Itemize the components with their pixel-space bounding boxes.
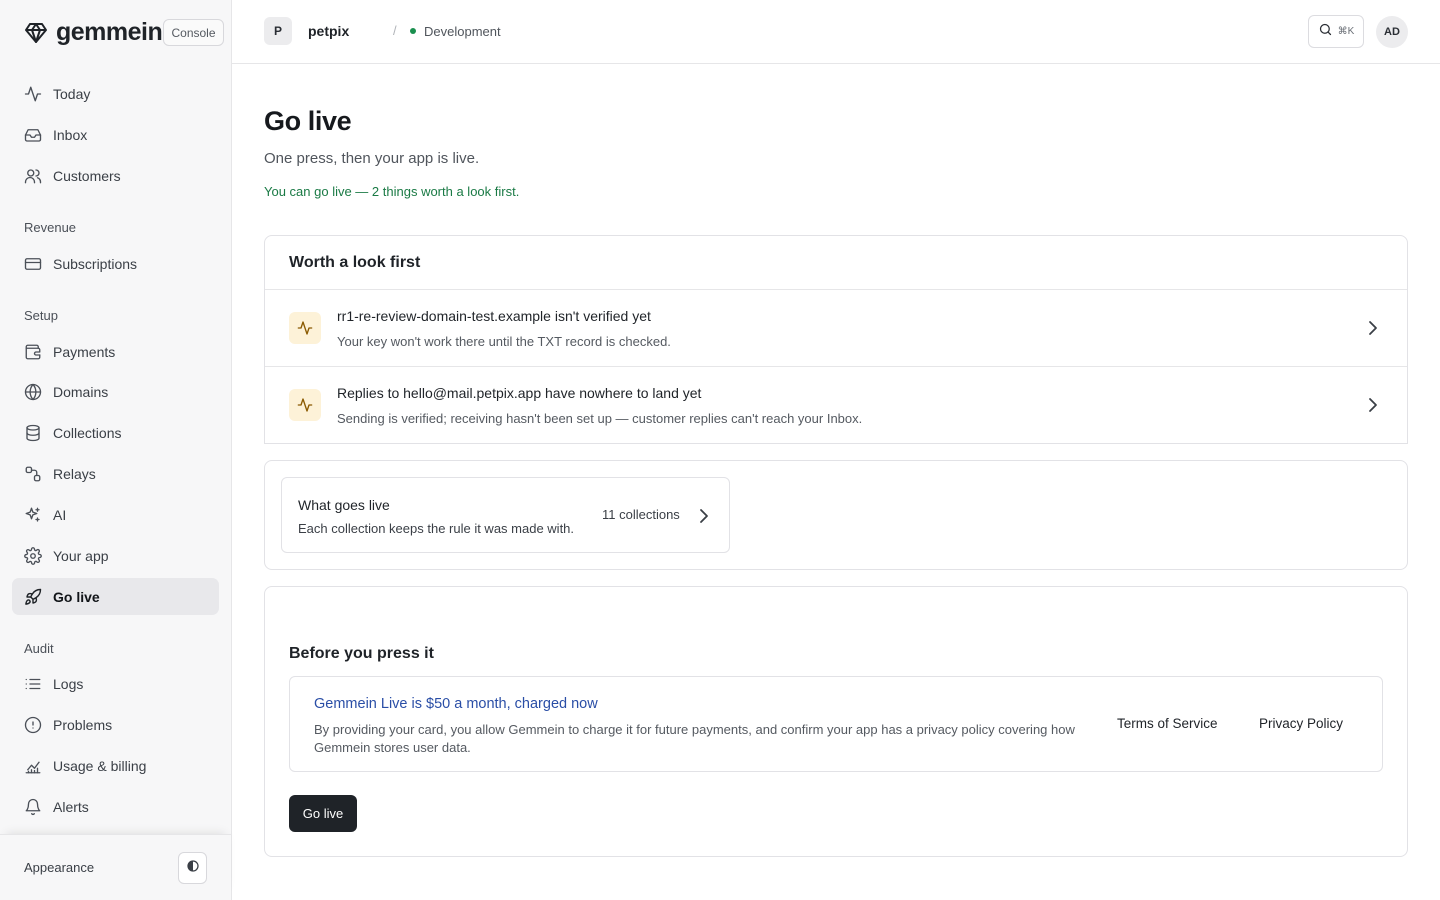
sidebar-item-logs[interactable]: Logs <box>12 665 219 702</box>
sidebar-item-problems[interactable]: Problems <box>12 706 219 743</box>
sidebar-item-label: AI <box>53 506 67 523</box>
wallet-icon <box>24 343 42 361</box>
inbox-icon <box>24 126 42 144</box>
sidebar-item-label: Alerts <box>53 798 89 815</box>
sidebar-item-your-app[interactable]: Your app <box>12 537 219 574</box>
sidebar-item-payments[interactable]: Payments <box>12 333 219 370</box>
sidebar-item-subscriptions[interactable]: Subscriptions <box>12 245 219 282</box>
sidebar-item-label: Payments <box>53 343 116 360</box>
pricing-terms-box: Gemmein Live is $50 a month, charged now… <box>289 676 1383 772</box>
globe-icon <box>24 383 42 401</box>
brand[interactable]: gemmein <box>24 18 163 47</box>
chevron-right-icon <box>696 507 712 525</box>
worth-look-card: Worth a look first rr1-re-review-domain-… <box>264 235 1408 444</box>
sidebar-item-label: Relays <box>53 465 96 482</box>
chevron-right-icon <box>1365 396 1381 414</box>
terms-of-service-link[interactable]: Terms of Service <box>1117 716 1218 731</box>
search-shortcut: ⌘K <box>1337 26 1355 37</box>
sidebar-item-ai[interactable]: AI <box>12 496 219 533</box>
section-setup: Setup <box>24 308 58 323</box>
users-icon <box>24 167 42 185</box>
what-goes-live-tile[interactable]: What goes live Each collection keeps the… <box>281 477 730 553</box>
go-live-button[interactable]: Go live <box>289 795 357 832</box>
gem-logo-icon <box>24 20 48 46</box>
sidebar-item-usage-billing[interactable]: Usage & billing <box>12 747 219 784</box>
activity-icon <box>289 389 321 421</box>
project-avatar[interactable]: P <box>264 17 292 45</box>
sidebar-item-collections[interactable]: Collections <box>12 414 219 451</box>
sidebar: gemmein Console Today Inbox Customers Re… <box>0 0 232 900</box>
user-avatar[interactable]: AD <box>1376 16 1408 48</box>
issue-row-domain[interactable]: rr1-re-review-domain-test.example isn't … <box>265 290 1407 367</box>
contrast-icon <box>186 859 199 877</box>
sidebar-footer: Appearance <box>0 834 231 900</box>
appearance-label: Appearance <box>24 860 95 875</box>
sidebar-item-label: Inbox <box>53 126 88 143</box>
readiness-status: You can go live — 2 things worth a look … <box>264 184 520 199</box>
pricing-description: By providing your card, you allow Gemmei… <box>314 722 1075 755</box>
sidebar-item-today[interactable]: Today <box>12 75 219 112</box>
rocket-icon <box>24 588 42 606</box>
what-goes-live-card: What goes live Each collection keeps the… <box>264 460 1408 570</box>
page-subtitle: One press, then your app is live. <box>264 150 480 167</box>
bell-icon <box>24 798 42 816</box>
topbar: P petpix / Development ⌘K AD <box>232 0 1440 64</box>
issue-description: Your key won't work there until the TXT … <box>337 334 671 349</box>
breadcrumb-separator: / <box>393 23 397 38</box>
section-audit: Audit <box>24 641 54 656</box>
issue-row-replies[interactable]: Replies to hello@mail.petpix.app have no… <box>265 367 1407 444</box>
sidebar-item-label: Subscriptions <box>53 255 138 272</box>
database-icon <box>24 424 42 442</box>
alert-circle-icon <box>24 716 42 734</box>
chevron-right-icon <box>1365 319 1381 337</box>
sidebar-item-label: Usage & billing <box>53 757 147 774</box>
sidebar-item-label: Logs <box>53 675 84 692</box>
brand-name: gemmein <box>56 18 163 46</box>
before-press-card: Before you press it Gemmein Live is $50 … <box>264 586 1408 857</box>
sidebar-item-label: Customers <box>53 167 121 184</box>
pricing-title: Gemmein Live is $50 a month, charged now <box>314 696 598 712</box>
sidebar-item-domains[interactable]: Domains <box>12 373 219 410</box>
theme-toggle-button[interactable] <box>178 852 207 884</box>
sidebar-item-label: Today <box>53 85 91 102</box>
project-name[interactable]: petpix <box>308 23 349 39</box>
console-badge[interactable]: Console <box>163 19 224 46</box>
environment-name[interactable]: Development <box>424 24 501 39</box>
gear-icon <box>24 546 42 565</box>
sidebar-item-label: Go live <box>53 588 100 605</box>
credit-card-icon <box>24 255 42 273</box>
sidebar-item-relays[interactable]: Relays <box>12 455 219 492</box>
search-button[interactable]: ⌘K <box>1308 15 1364 48</box>
chart-icon <box>24 757 42 775</box>
privacy-policy-link[interactable]: Privacy Policy <box>1259 716 1343 731</box>
issue-title: Replies to hello@mail.petpix.app have no… <box>337 385 702 401</box>
environment-status-dot <box>410 28 416 34</box>
issue-title: rr1-re-review-domain-test.example isn't … <box>337 308 651 324</box>
what-goes-live-title: What goes live <box>298 497 390 513</box>
sparkles-icon <box>24 506 42 524</box>
sidebar-item-go-live[interactable]: Go live <box>12 578 219 615</box>
list-icon <box>24 675 42 693</box>
issue-description: Sending is verified; receiving hasn't be… <box>337 411 863 426</box>
sidebar-item-label: Domains <box>53 383 109 400</box>
what-goes-live-description: Each collection keeps the rule it was ma… <box>298 521 575 536</box>
route-icon <box>24 465 42 483</box>
worth-look-title: Worth a look first <box>289 254 421 271</box>
before-press-title: Before you press it <box>289 645 434 662</box>
section-revenue: Revenue <box>24 220 77 235</box>
search-icon <box>1318 22 1333 42</box>
sidebar-item-inbox[interactable]: Inbox <box>12 116 219 153</box>
sidebar-item-customers[interactable]: Customers <box>12 157 219 194</box>
activity-icon <box>24 85 42 103</box>
sidebar-item-label: Collections <box>53 424 122 441</box>
collections-count: 11 collections <box>602 507 680 522</box>
sidebar-item-alerts[interactable]: Alerts <box>12 788 219 825</box>
sidebar-item-label: Your app <box>53 547 109 564</box>
page-title: Go live <box>264 106 352 136</box>
activity-icon <box>289 312 321 344</box>
sidebar-item-label: Problems <box>53 716 113 733</box>
